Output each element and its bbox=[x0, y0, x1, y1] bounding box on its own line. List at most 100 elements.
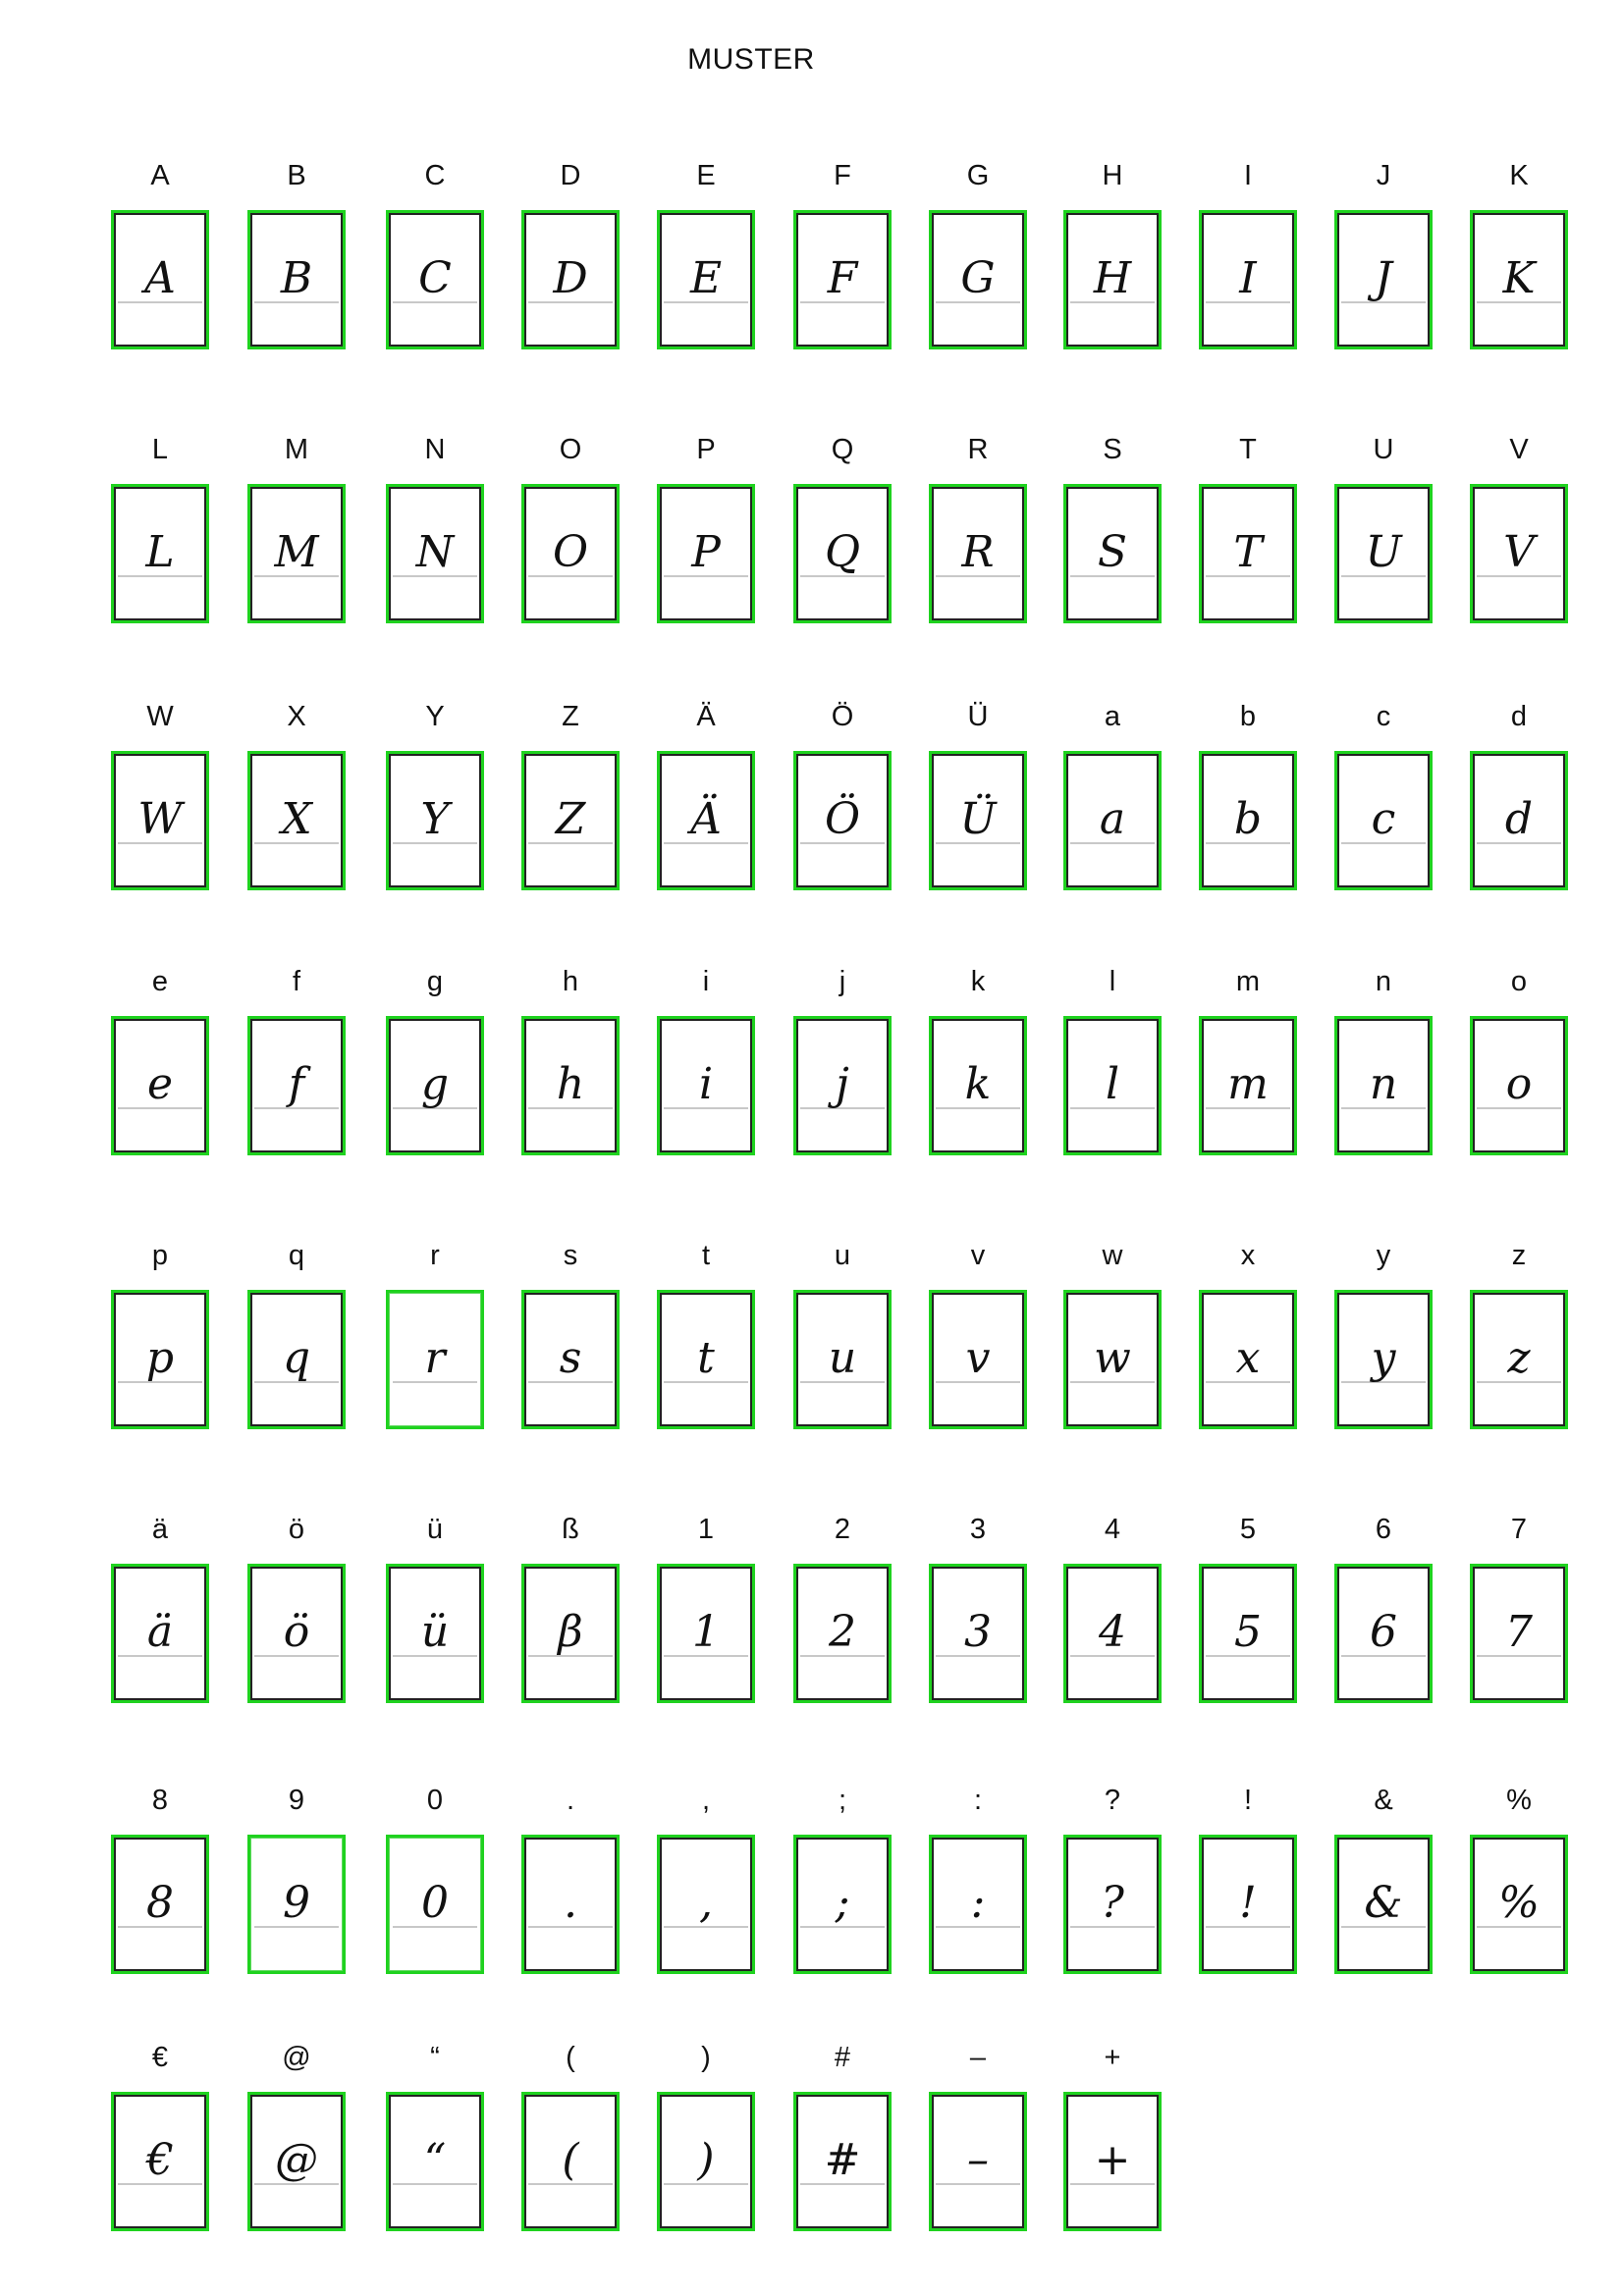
handwriting-box[interactable]: e bbox=[111, 1016, 209, 1155]
handwriting-box[interactable]: 9 bbox=[247, 1835, 346, 1974]
handwriting-box[interactable]: 5 bbox=[1199, 1564, 1297, 1703]
handwriting-box[interactable]: # bbox=[793, 2092, 892, 2231]
handwriting-box[interactable]: j bbox=[793, 1016, 892, 1155]
char-label: @ bbox=[282, 2042, 311, 2073]
handwriting-box[interactable]: Ö bbox=[793, 751, 892, 890]
handwriting-box[interactable]: h bbox=[521, 1016, 620, 1155]
handwriting-box[interactable]: F bbox=[793, 210, 892, 349]
handwriting-box[interactable]: ö bbox=[247, 1564, 346, 1703]
handwriting-box[interactable]: f bbox=[247, 1016, 346, 1155]
handwriting-box[interactable]: a bbox=[1063, 751, 1162, 890]
handwriting-box[interactable]: E bbox=[657, 210, 755, 349]
handwriting-box[interactable]: 0 bbox=[386, 1835, 484, 1974]
handwritten-glyph: r bbox=[424, 1333, 446, 1383]
handwriting-box[interactable]: r bbox=[386, 1290, 484, 1429]
handwriting-box[interactable]: w bbox=[1063, 1290, 1162, 1429]
handwriting-box[interactable]: H bbox=[1063, 210, 1162, 349]
handwriting-box[interactable]: u bbox=[793, 1290, 892, 1429]
handwriting-box[interactable]: C bbox=[386, 210, 484, 349]
handwriting-box[interactable]: Z bbox=[521, 751, 620, 890]
handwriting-box[interactable]: – bbox=[929, 2092, 1027, 2231]
handwriting-box[interactable]: z bbox=[1470, 1290, 1568, 1429]
handwriting-box[interactable]: B bbox=[247, 210, 346, 349]
handwriting-box[interactable]: t bbox=[657, 1290, 755, 1429]
handwriting-box[interactable]: o bbox=[1470, 1016, 1568, 1155]
handwritten-glyph: – bbox=[967, 2135, 989, 2185]
handwriting-box[interactable]: P bbox=[657, 484, 755, 623]
char-label: ; bbox=[838, 1785, 847, 1816]
handwriting-box[interactable]: 6 bbox=[1334, 1564, 1433, 1703]
handwriting-box[interactable]: Y bbox=[386, 751, 484, 890]
handwriting-box[interactable]: 2 bbox=[793, 1564, 892, 1703]
handwriting-box[interactable]: G bbox=[929, 210, 1027, 349]
handwritten-glyph: 6 bbox=[1370, 1607, 1397, 1657]
handwriting-box[interactable]: I bbox=[1199, 210, 1297, 349]
handwriting-box[interactable]: i bbox=[657, 1016, 755, 1155]
handwriting-box[interactable]: 8 bbox=[111, 1835, 209, 1974]
handwritten-glyph: G bbox=[960, 253, 996, 303]
handwriting-box[interactable]: q bbox=[247, 1290, 346, 1429]
handwriting-box[interactable]: Ä bbox=[657, 751, 755, 890]
handwriting-box[interactable]: R bbox=[929, 484, 1027, 623]
handwriting-box[interactable]: S bbox=[1063, 484, 1162, 623]
handwriting-box[interactable]: ! bbox=[1199, 1835, 1297, 1974]
handwriting-box[interactable]: v bbox=[929, 1290, 1027, 1429]
handwritten-glyph: R bbox=[961, 527, 995, 577]
handwriting-box[interactable]: @ bbox=[247, 2092, 346, 2231]
handwriting-box[interactable]: x bbox=[1199, 1290, 1297, 1429]
handwritten-glyph: Z bbox=[555, 794, 586, 844]
handwriting-box[interactable]: b bbox=[1199, 751, 1297, 890]
handwriting-box[interactable]: g bbox=[386, 1016, 484, 1155]
handwritten-glyph: 0 bbox=[421, 1878, 449, 1928]
handwritten-glyph: € bbox=[146, 2135, 174, 2185]
handwriting-box[interactable]: M bbox=[247, 484, 346, 623]
handwriting-box[interactable]: 1 bbox=[657, 1564, 755, 1703]
handwriting-box[interactable]: c bbox=[1334, 751, 1433, 890]
handwriting-box[interactable]: % bbox=[1470, 1835, 1568, 1974]
handwriting-box[interactable]: A bbox=[111, 210, 209, 349]
char-label: U bbox=[1373, 434, 1394, 465]
handwritten-glyph: b bbox=[1233, 794, 1263, 844]
handwriting-box[interactable]: Ü bbox=[929, 751, 1027, 890]
handwriting-box[interactable]: N bbox=[386, 484, 484, 623]
char-label: b bbox=[1239, 701, 1257, 732]
handwriting-box[interactable]: 4 bbox=[1063, 1564, 1162, 1703]
handwriting-box[interactable]: U bbox=[1334, 484, 1433, 623]
handwriting-box[interactable]: . bbox=[521, 1835, 620, 1974]
handwriting-box[interactable]: ? bbox=[1063, 1835, 1162, 1974]
handwriting-box[interactable]: ä bbox=[111, 1564, 209, 1703]
handwriting-box[interactable]: ü bbox=[386, 1564, 484, 1703]
handwriting-box[interactable]: ( bbox=[521, 2092, 620, 2231]
handwriting-box[interactable]: K bbox=[1470, 210, 1568, 349]
char-label: % bbox=[1506, 1785, 1532, 1816]
char-label: ß bbox=[562, 1514, 579, 1545]
handwriting-box[interactable]: , bbox=[657, 1835, 755, 1974]
handwriting-box[interactable]: β bbox=[521, 1564, 620, 1703]
handwriting-box[interactable]: W bbox=[111, 751, 209, 890]
handwriting-box[interactable]: k bbox=[929, 1016, 1027, 1155]
handwriting-box[interactable]: m bbox=[1199, 1016, 1297, 1155]
handwriting-box[interactable]: “ bbox=[386, 2092, 484, 2231]
handwriting-box[interactable]: : bbox=[929, 1835, 1027, 1974]
handwriting-box[interactable]: D bbox=[521, 210, 620, 349]
handwriting-box[interactable]: € bbox=[111, 2092, 209, 2231]
handwriting-box[interactable]: + bbox=[1063, 2092, 1162, 2231]
handwriting-box[interactable]: X bbox=[247, 751, 346, 890]
handwriting-box[interactable]: V bbox=[1470, 484, 1568, 623]
handwriting-box[interactable]: y bbox=[1334, 1290, 1433, 1429]
handwriting-box[interactable]: p bbox=[111, 1290, 209, 1429]
handwriting-box[interactable]: ) bbox=[657, 2092, 755, 2231]
handwriting-box[interactable]: 7 bbox=[1470, 1564, 1568, 1703]
handwriting-box[interactable]: L bbox=[111, 484, 209, 623]
handwriting-box[interactable]: s bbox=[521, 1290, 620, 1429]
handwriting-box[interactable]: l bbox=[1063, 1016, 1162, 1155]
handwriting-box[interactable]: ; bbox=[793, 1835, 892, 1974]
handwriting-box[interactable]: O bbox=[521, 484, 620, 623]
handwriting-box[interactable]: Q bbox=[793, 484, 892, 623]
handwriting-box[interactable]: J bbox=[1334, 210, 1433, 349]
handwriting-box[interactable]: n bbox=[1334, 1016, 1433, 1155]
handwriting-box[interactable]: & bbox=[1334, 1835, 1433, 1974]
handwriting-box[interactable]: d bbox=[1470, 751, 1568, 890]
handwriting-box[interactable]: T bbox=[1199, 484, 1297, 623]
handwriting-box[interactable]: 3 bbox=[929, 1564, 1027, 1703]
